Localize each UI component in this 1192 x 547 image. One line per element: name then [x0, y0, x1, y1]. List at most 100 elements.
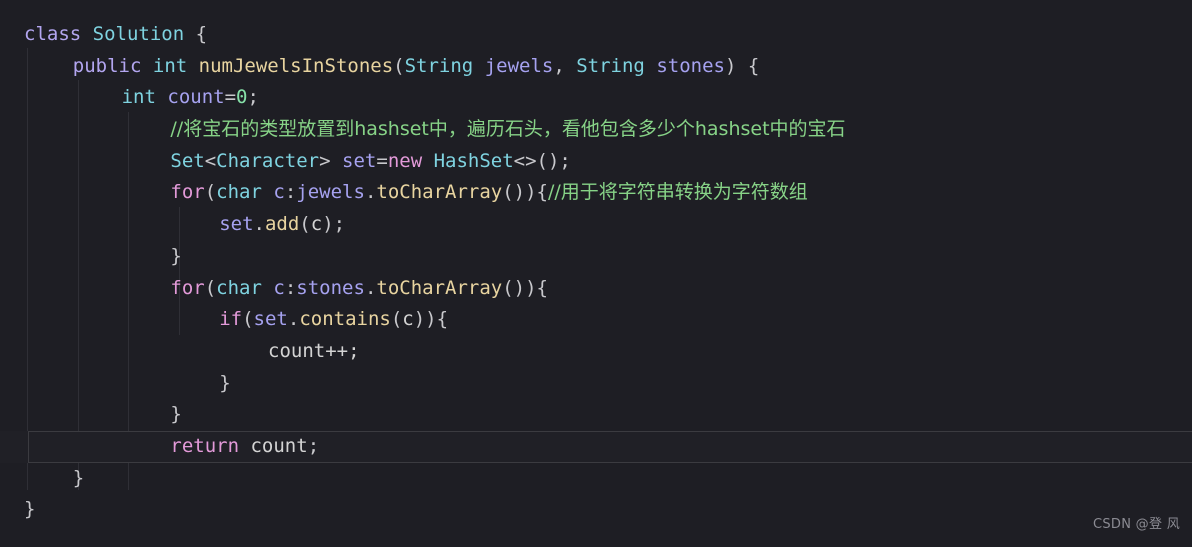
- token-3-0: int: [121, 86, 156, 109]
- token-9-1: (: [204, 276, 217, 299]
- token-5-9: HashSet: [433, 149, 514, 172]
- code-line-11[interactable]: count++;: [0, 336, 1192, 368]
- token-7-2: add: [264, 213, 300, 236]
- code-line-14[interactable]: return count;: [0, 430, 1192, 463]
- token-9-4: c: [273, 276, 285, 299]
- code-line-16[interactable]: }: [0, 494, 1192, 526]
- token-5-3: >: [319, 149, 331, 172]
- token-3-5: ;: [247, 86, 259, 109]
- token-15-0: }: [72, 466, 85, 489]
- token-5-1: <: [204, 149, 217, 172]
- token-11-0: count++;: [268, 339, 360, 362]
- token-2-14: [736, 55, 747, 77]
- token-5-10: <>();: [513, 149, 571, 172]
- code-line-8[interactable]: }: [0, 241, 1192, 273]
- token-12-0: }: [219, 371, 231, 394]
- token-9-7: .: [364, 276, 377, 299]
- token-2-7: [473, 55, 484, 77]
- token-10-3: .: [287, 308, 300, 331]
- token-9-8: toCharArray: [376, 276, 503, 299]
- code-line-3[interactable]: int count=0;: [0, 82, 1192, 114]
- token-1-1: [81, 23, 92, 45]
- token-5-2: Character: [216, 149, 320, 172]
- token-2-4: numJewelsInStones: [198, 54, 394, 77]
- token-14-1: [239, 435, 250, 457]
- token-6-2: char: [216, 181, 262, 204]
- token-10-7: )){: [413, 308, 449, 331]
- token-14-3: ;: [307, 434, 320, 457]
- token-4-0: //将宝石的类型放置到hashset中，遍历石头，看他包含多少个hashset中…: [170, 118, 846, 141]
- token-3-4: 0: [236, 86, 248, 109]
- token-6-10: //用于将字符串转换为字符数组: [548, 181, 808, 204]
- token-3-3: =: [224, 86, 237, 109]
- token-6-0: for: [170, 181, 205, 204]
- token-10-0: if: [219, 308, 243, 331]
- code-line-6[interactable]: for(char c:jewels.toCharArray()){//用于将字符…: [0, 177, 1192, 209]
- token-2-9: ,: [553, 54, 577, 77]
- token-2-2: int: [152, 54, 188, 77]
- token-5-4: [331, 150, 342, 172]
- token-2-15: {: [747, 54, 760, 77]
- token-7-1: .: [253, 213, 265, 236]
- token-2-0: public: [72, 54, 142, 77]
- code-line-1[interactable]: class Solution {: [0, 19, 1192, 51]
- token-3-1: [156, 86, 167, 108]
- token-7-5: );: [322, 213, 346, 236]
- token-16-0: }: [24, 498, 36, 521]
- token-9-3: [262, 277, 273, 299]
- token-6-8: toCharArray: [376, 181, 503, 204]
- code-line-2[interactable]: public int numJewelsInStones(String jewe…: [0, 51, 1192, 83]
- token-14-0: return: [170, 434, 240, 457]
- token-5-0: Set: [170, 149, 205, 172]
- code-line-12[interactable]: }: [0, 368, 1192, 400]
- code-line-9[interactable]: for(char c:stones.toCharArray()){: [0, 273, 1192, 305]
- token-9-6: stones: [296, 276, 365, 299]
- token-8-0: }: [170, 244, 182, 267]
- token-6-9: ()){: [502, 181, 548, 204]
- token-7-0: set: [219, 213, 254, 236]
- token-9-2: char: [216, 276, 262, 299]
- code-editor-viewport[interactable]: class Solution {public int numJewelsInSt…: [0, 0, 1192, 547]
- token-9-9: ()){: [502, 276, 548, 299]
- token-5-5: set: [342, 149, 377, 172]
- token-5-8: [422, 150, 433, 172]
- code-content[interactable]: class Solution {public int numJewelsInSt…: [0, 19, 1192, 526]
- token-1-2: Solution: [92, 23, 185, 45]
- token-13-0: }: [170, 403, 182, 426]
- token-6-5: :: [284, 181, 297, 204]
- csdn-watermark: CSDN @登 风: [1092, 517, 1180, 533]
- token-5-6: =: [376, 149, 388, 172]
- token-2-3: [187, 55, 198, 77]
- token-6-6: jewels: [296, 181, 365, 204]
- token-2-10: String: [576, 54, 645, 77]
- token-14-2: count: [250, 434, 308, 457]
- token-10-2: set: [253, 308, 288, 331]
- token-7-3: (: [299, 213, 311, 236]
- token-1-3: [184, 23, 195, 45]
- code-line-10[interactable]: if(set.contains(c)){: [0, 304, 1192, 336]
- code-line-5[interactable]: Set<Character> set=new HashSet<>();: [0, 146, 1192, 178]
- code-line-15[interactable]: }: [0, 463, 1192, 495]
- token-6-7: .: [364, 181, 377, 204]
- token-2-8: jewels: [484, 54, 554, 77]
- token-6-3: [262, 181, 273, 203]
- token-9-5: :: [284, 276, 297, 299]
- token-2-6: String: [404, 54, 474, 77]
- token-10-6: c: [402, 308, 414, 331]
- token-6-1: (: [204, 181, 217, 204]
- token-10-4: contains: [299, 308, 391, 331]
- token-10-1: (: [242, 308, 254, 331]
- token-7-4: c: [310, 213, 323, 236]
- token-2-11: [645, 55, 656, 77]
- token-3-2: count: [167, 86, 225, 109]
- token-9-0: for: [170, 276, 205, 299]
- code-line-7[interactable]: set.add(c);: [0, 209, 1192, 241]
- token-1-4: {: [195, 23, 208, 45]
- code-line-13[interactable]: }: [0, 399, 1192, 431]
- token-2-13: ): [724, 54, 737, 77]
- token-2-1: [141, 55, 152, 77]
- token-2-5: (: [393, 54, 405, 77]
- code-line-4[interactable]: //将宝石的类型放置到hashset中，遍历石头，看他包含多少个hashset中…: [0, 114, 1192, 146]
- token-6-4: c: [273, 181, 285, 204]
- token-1-0: class: [24, 23, 82, 45]
